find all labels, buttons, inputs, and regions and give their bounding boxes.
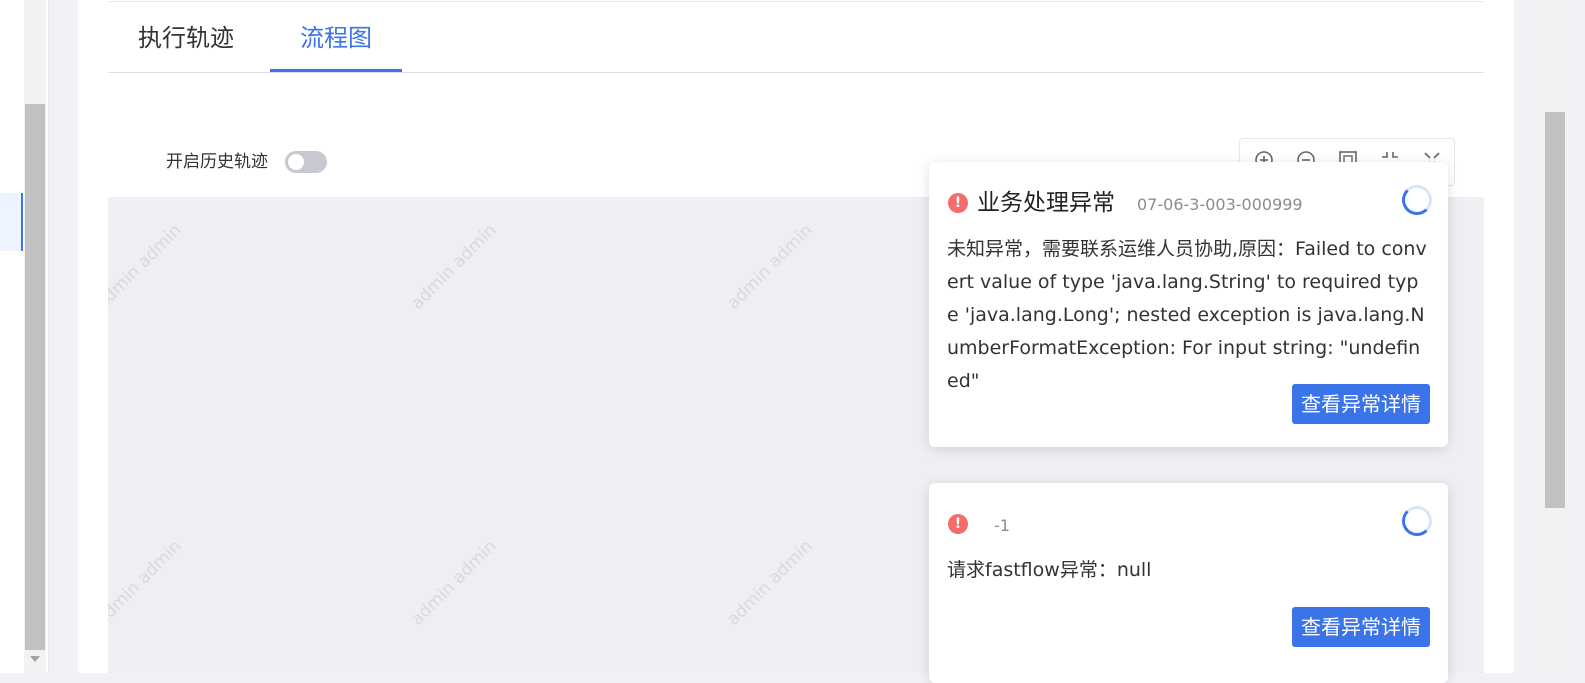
- error-code: 07-06-3-003-000999: [1137, 195, 1303, 214]
- error-code: -1: [994, 516, 1010, 535]
- watermark: admin admin: [407, 536, 501, 630]
- view-error-details-button[interactable]: 查看异常详情: [1292, 607, 1430, 647]
- error-message: 未知异常，需要联系运维人员协助,原因：Failed to convert val…: [947, 238, 1427, 392]
- left-scrollbar-thumb[interactable]: [25, 104, 45, 650]
- error-title: 业务处理异常: [977, 190, 1115, 216]
- tab-flowchart[interactable]: 流程图: [300, 22, 372, 54]
- toggle-knob: [288, 154, 304, 170]
- watermark: admin admin: [108, 536, 186, 630]
- error-notification: ! -1 请求fastflow异常：null 查看异常详情: [929, 483, 1448, 683]
- right-scrollbar-thumb[interactable]: [1545, 112, 1565, 508]
- page-gutter: [49, 0, 78, 673]
- history-toggle-switch[interactable]: [285, 151, 327, 173]
- error-message: 请求fastflow异常：null: [947, 559, 1152, 581]
- error-icon: !: [948, 514, 968, 534]
- watermark: admin admin: [723, 220, 817, 314]
- watermark: admin admin: [108, 220, 186, 314]
- error-icon: !: [948, 193, 968, 213]
- scroll-down-arrow-icon[interactable]: [30, 656, 40, 662]
- error-notification: ! 业务处理异常 07-06-3-003-000999 未知异常，需要联系运维人…: [929, 162, 1448, 447]
- history-toggle-label: 开启历史轨迹: [166, 152, 268, 172]
- loading-spinner-icon: [1402, 185, 1432, 215]
- watermark: admin admin: [407, 220, 501, 314]
- loading-spinner-icon: [1402, 506, 1432, 536]
- watermark: admin admin: [723, 536, 817, 630]
- sidebar-active-item[interactable]: [0, 193, 23, 251]
- view-error-details-button[interactable]: 查看异常详情: [1292, 384, 1430, 424]
- active-tab-indicator: [270, 69, 402, 72]
- tab-bar: 执行轨迹 流程图: [108, 0, 1484, 73]
- tab-execution-trace[interactable]: 执行轨迹: [138, 22, 234, 54]
- page-gutter-right: [1514, 0, 1544, 673]
